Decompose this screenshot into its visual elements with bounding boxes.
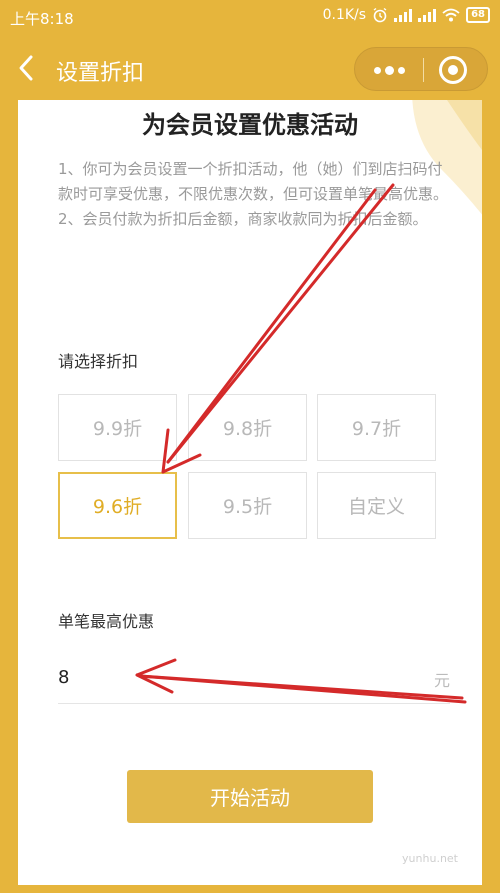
signal-icon (418, 8, 437, 22)
discount-option-9-7[interactable]: 9.7折 (317, 394, 436, 461)
currency-unit: 元 (433, 671, 450, 690)
discount-option-9-5[interactable]: 9.5折 (188, 472, 307, 539)
max-discount-label: 单笔最高优惠 (58, 612, 155, 631)
description-line-2: 2、会员付款为折扣后金额，商家收款同为折扣后金额。 (58, 210, 428, 228)
network-speed: 0.1K/s (322, 7, 367, 23)
status-icons: 0.1K/s 68 (323, 7, 490, 23)
description: 1、你可为会员设置一个折扣活动，他（她）们到店扫码付款时可享受优惠，不限优惠次数… (58, 157, 450, 232)
discount-option-9-8[interactable]: 9.8折 (188, 394, 307, 461)
start-activity-button[interactable]: 开始活动 (127, 770, 373, 823)
more-dots-icon[interactable] (355, 48, 423, 92)
alarm-icon (373, 7, 387, 23)
discount-label: 请选择折扣 (58, 352, 139, 371)
discount-option-9-6[interactable]: 9.6折 (58, 472, 177, 539)
signal-icon (394, 8, 413, 22)
page-title: 为会员设置优惠活动 (142, 111, 358, 139)
max-discount-field[interactable]: 8 元 (58, 650, 450, 704)
description-line-1: 1、你可为会员设置一个折扣活动，他（她）们到店扫码付款时可享受优惠，不限优惠次数… (58, 160, 449, 203)
battery-icon: 68 (466, 7, 490, 23)
wifi-icon (442, 8, 460, 22)
capsule-divider (423, 58, 424, 82)
nav-bar: 设置折扣 (0, 40, 500, 98)
mini-program-capsule (354, 47, 488, 91)
back-arrow-icon[interactable] (14, 53, 40, 83)
status-time: 上午8:18 (10, 10, 74, 28)
close-circle-icon[interactable] (439, 56, 467, 84)
content-card: 为会员设置优惠活动 1、你可为会员设置一个折扣活动，他（她）们到店扫码付款时可享… (18, 100, 482, 885)
discount-option-9-9[interactable]: 9.9折 (58, 394, 177, 461)
status-bar: 上午8:18 0.1K/s 68 (0, 0, 500, 36)
watermark: yunhu.net (402, 852, 458, 865)
max-discount-value[interactable]: 8 (58, 667, 69, 688)
nav-title: 设置折扣 (56, 61, 145, 86)
discount-option-custom[interactable]: 自定义 (317, 472, 436, 539)
